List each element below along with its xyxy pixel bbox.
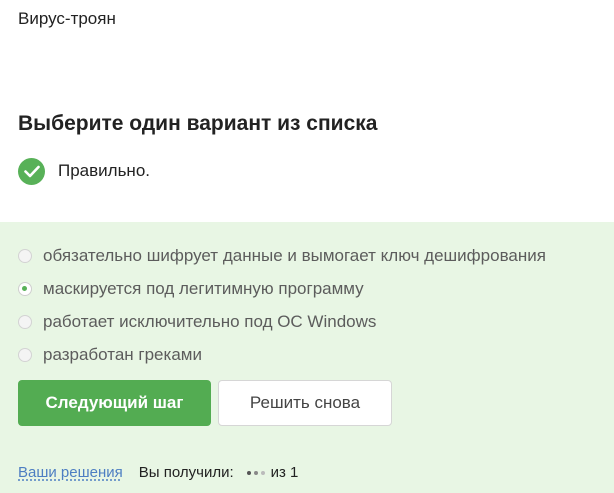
options-list: обязательно шифрует данные и вымогает кл… [18,239,546,371]
feedback-correct: Правильно. [18,156,150,186]
option-item[interactable]: работает исключительно под ОС Windows [18,305,546,338]
score-total: из 1 [270,464,299,481]
option-item[interactable]: маскируется под легитимную программу [18,272,546,305]
score-dots-icon [246,470,268,475]
option-label: маскируется под легитимную программу [43,278,364,298]
feedback-text: Правильно. [58,161,150,180]
option-label: разработан греками [43,344,202,364]
solutions-link[interactable]: Ваши решения [18,464,123,481]
question-text: Вирус-троян [18,9,116,28]
option-label: обязательно шифрует данные и вымогает кл… [43,245,546,265]
option-label: работает исключительно под ОС Windows [43,311,377,331]
radio-button[interactable] [18,314,32,329]
checkmark-circle-icon [18,157,45,185]
option-item[interactable]: обязательно шифрует данные и вымогает кл… [18,239,546,272]
option-item[interactable]: разработан греками [18,338,546,371]
radio-button[interactable] [18,248,32,263]
radio-button-selected[interactable] [18,281,32,296]
prompt-title: Выберите один вариант из списка [18,112,378,135]
score-label: Вы получили: [138,464,234,481]
answer-panel: обязательно шифрует данные и вымогает кл… [0,222,614,493]
retry-button[interactable]: Решить снова [218,380,392,426]
next-step-button[interactable]: Следующий шаг [18,380,211,426]
score-footer: Ваши решения Вы получили: из 1 [18,464,298,481]
radio-button[interactable] [18,347,32,362]
